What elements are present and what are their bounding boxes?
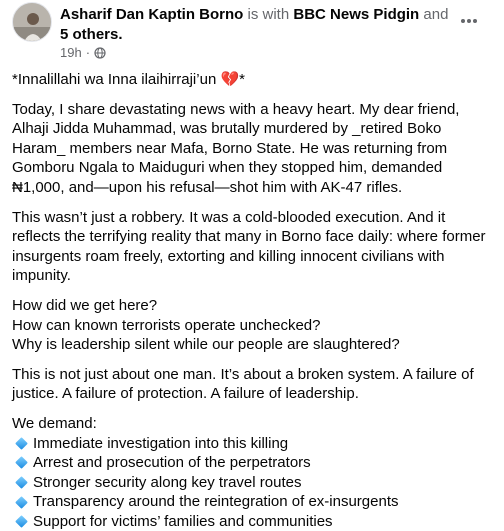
and-text: and [423, 6, 448, 23]
blue-diamond-icon [15, 515, 28, 528]
demand-text: Arrest and prosecution of the perpetrato… [33, 453, 311, 473]
paragraph-line: How did we get here? [12, 296, 498, 316]
demand-intro: We demand: [12, 414, 498, 434]
list-item: Arrest and prosecution of the perpetrato… [12, 453, 498, 473]
globe-icon [94, 47, 106, 59]
paragraph-line: This wasn’t just a robbery. It was a col… [12, 208, 498, 228]
list-item: Transparency around the reintegration of… [12, 492, 498, 512]
more-options-icon[interactable] [458, 10, 480, 32]
broken-heart-icon: 💔 [220, 71, 239, 88]
opening-line: *Innalillahi wa Inna ilaihirraji’un 💔* [12, 70, 498, 90]
demand-text: Stronger security along key travel route… [33, 473, 301, 493]
blue-diamond-icon [15, 476, 28, 489]
list-item: Stronger security along key travel route… [12, 473, 498, 493]
paragraph-3: How did we get here? How can known terro… [12, 296, 498, 355]
paragraph-2: This wasn’t just a robbery. It was a col… [12, 208, 498, 286]
list-item: Immediate investigation into this killin… [12, 434, 498, 454]
demands-list: Immediate investigation into this killin… [12, 434, 498, 531]
post-timestamp[interactable]: 19h [60, 45, 82, 61]
opening-end: * [239, 71, 245, 88]
demand-text: Immediate investigation into this killin… [33, 434, 288, 454]
paragraph-line: Alhaji Jidda Muhammad, was brutally murd… [12, 119, 498, 139]
paragraph-line: insurgents roam freely, extorting and ki… [12, 247, 498, 267]
post-meta: 19h · [60, 45, 106, 61]
blue-diamond-icon [15, 496, 28, 509]
demand-text: Support for victims’ families and commun… [33, 512, 333, 531]
paragraph-4: This is not just about one man. It’s abo… [12, 365, 498, 404]
paragraph-line: impunity. [12, 266, 498, 286]
paragraph-1: Today, I share devastating news with a h… [12, 100, 498, 198]
paragraph-line: This is not just about one man. It’s abo… [12, 365, 498, 385]
post-content: *Innalillahi wa Inna ilaihirraji’un 💔* T… [12, 70, 498, 531]
avatar-photo [13, 3, 52, 42]
author-avatar[interactable] [12, 2, 52, 42]
paragraph-line: reflects the terrifying reality that man… [12, 227, 498, 247]
opening-text: *Innalillahi wa Inna ilaihirraji’un [12, 71, 216, 88]
blue-diamond-icon [15, 437, 28, 450]
author-name[interactable]: Asharif Dan Kaptin Borno [60, 6, 243, 23]
demand-text: Transparency around the reintegration of… [33, 492, 399, 512]
paragraph-line: Haram_ members near Mafa, Borno State. H… [12, 139, 498, 159]
paragraph-line: justice. A failure of protection. A fail… [12, 384, 498, 404]
paragraph-line: Why is leadership silent while our peopl… [12, 335, 498, 355]
blue-diamond-icon [15, 457, 28, 470]
post-header: Asharif Dan Kaptin Borno is with BBC New… [60, 5, 450, 45]
paragraph-line: How can known terrorists operate uncheck… [12, 316, 498, 336]
facebook-post: Asharif Dan Kaptin Borno is with BBC New… [0, 0, 504, 525]
tagged-others[interactable]: 5 others. [60, 26, 123, 43]
with-text: is with [248, 6, 290, 23]
paragraph-line: Today, I share devastating news with a h… [12, 100, 498, 120]
paragraph-line: ₦1,000, and—upon his refusal—shot him wi… [12, 178, 498, 198]
demands-section: We demand: Immediate investigation into … [12, 414, 498, 531]
list-item: Support for victims’ families and commun… [12, 512, 498, 531]
tagged-page[interactable]: BBC News Pidgin [293, 6, 419, 23]
meta-separator: · [86, 45, 90, 61]
paragraph-line: Gomboru Ngala to Maiduguri when they sto… [12, 158, 498, 178]
